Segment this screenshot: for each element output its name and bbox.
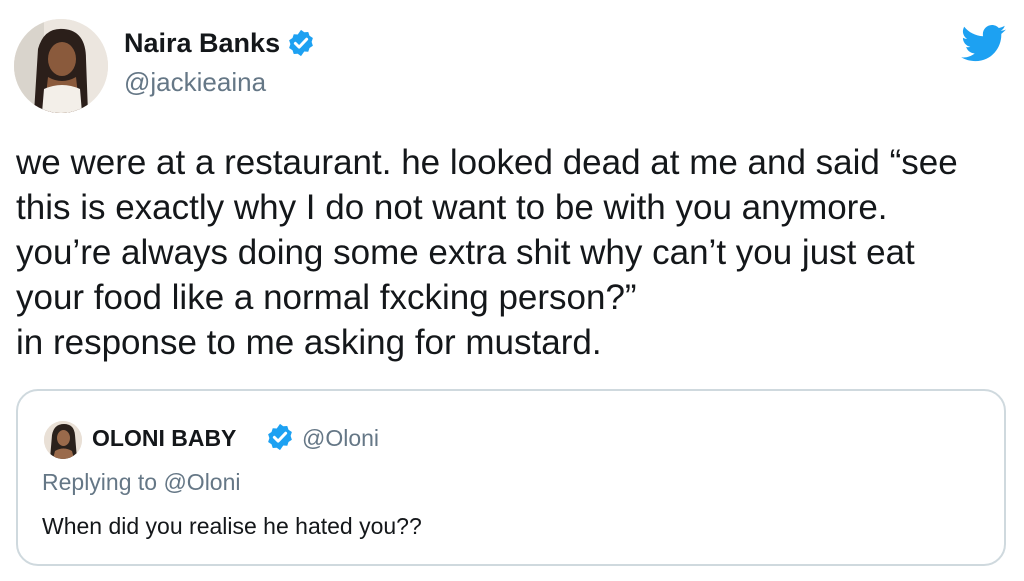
author-avatar[interactable] bbox=[14, 19, 108, 113]
tweet-body: we were at a restaurant. he looked dead … bbox=[16, 140, 1006, 365]
replying-to-label: Replying to @Oloni bbox=[42, 469, 241, 495]
tweet-text-line: this is exactly why I do not want to be … bbox=[16, 188, 888, 227]
quoted-tweet-card[interactable]: OLONI BABY @Oloni Replying to @Oloni Whe… bbox=[16, 389, 1006, 566]
profile-photo-icon bbox=[44, 421, 82, 459]
tweet-text-line: we were at a restaurant. he looked dead … bbox=[16, 143, 958, 182]
author-display-name[interactable]: Naira Banks bbox=[124, 26, 280, 60]
profile-photo-icon bbox=[14, 19, 108, 113]
verified-badge-icon bbox=[268, 423, 292, 451]
twitter-bird-icon[interactable] bbox=[961, 25, 1007, 63]
verified-badge-icon bbox=[289, 29, 313, 57]
tweet-text-line: in response to me asking for mustard. bbox=[16, 323, 602, 362]
quoted-author-handle[interactable]: @Oloni bbox=[302, 423, 379, 453]
tweet-text-line: you’re always doing some extra shit why … bbox=[16, 233, 915, 272]
quoted-author-avatar[interactable] bbox=[44, 421, 82, 459]
tweet-text-line: your food like a normal fxcking person?” bbox=[16, 278, 637, 317]
quoted-tweet-text: When did you realise he hated you?? bbox=[42, 513, 422, 539]
tweet-card: Naira Banks @jackieaina we were at a res… bbox=[0, 0, 1024, 581]
author-handle[interactable]: @jackieaina bbox=[124, 66, 266, 98]
quoted-author-name[interactable]: OLONI BABY bbox=[92, 423, 236, 453]
